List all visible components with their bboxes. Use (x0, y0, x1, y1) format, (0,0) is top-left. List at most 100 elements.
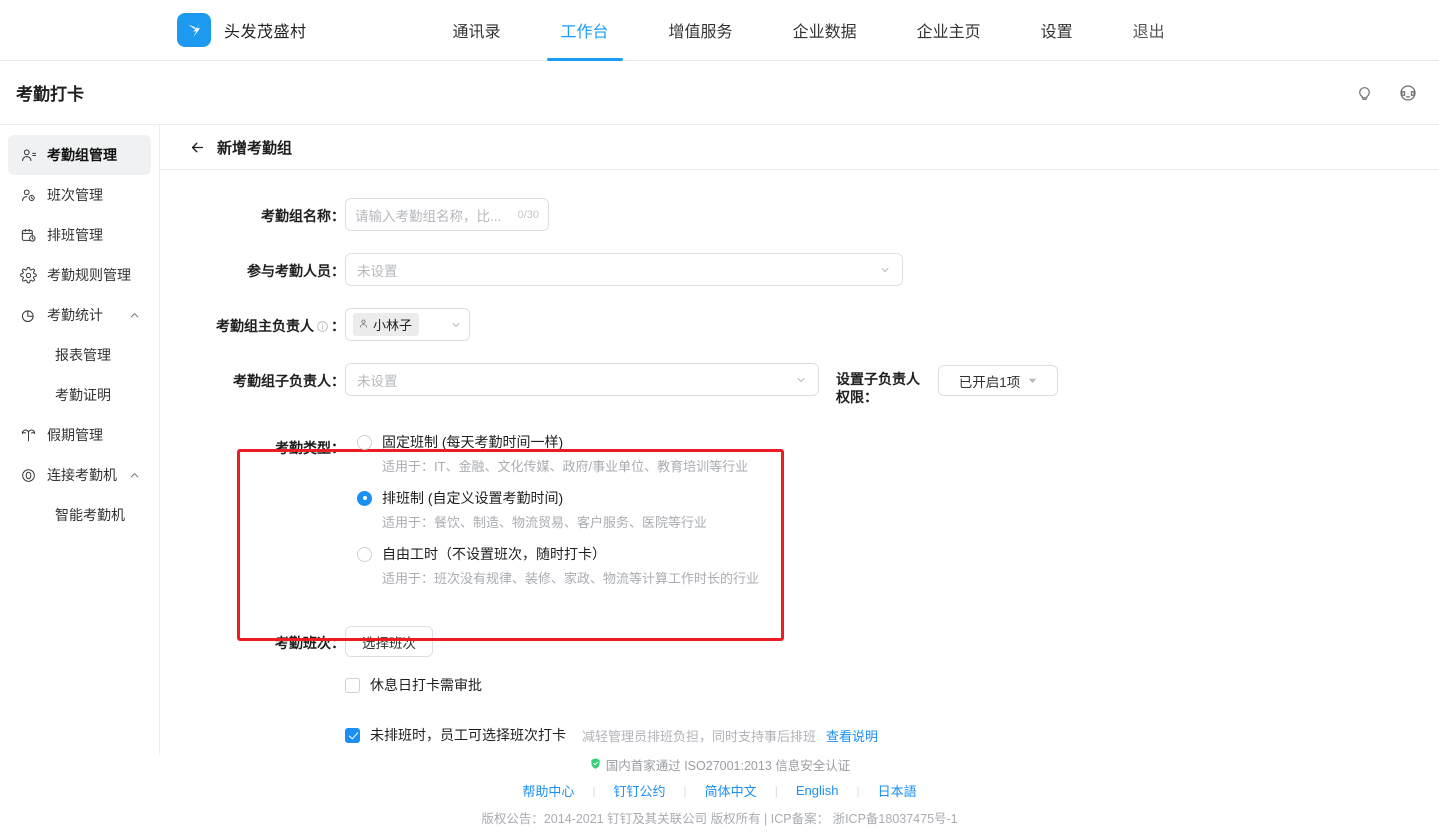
rest-day-approval-checkbox-line[interactable]: 休息日打卡需审批 (345, 675, 482, 695)
radio-description: 适用于：班次没有规律、装修、家政、物流等计算工作时长的行业 (382, 568, 759, 587)
person-icon (358, 317, 369, 332)
participants-select[interactable]: 未设置 (345, 253, 903, 286)
attendance-type-option-flexible[interactable]: 自由工时（不设置班次，随时打卡） 适用于：班次没有规律、装修、家政、物流等计算工… (357, 544, 759, 587)
sidebar-item-label: 考勤证明 (55, 385, 111, 405)
sub-owner-permission-group: 设置子负责人权限： 已开启1项 (836, 363, 1058, 406)
sidebar-item-label: 智能考勤机 (55, 505, 125, 525)
sidebar-item-label: 考勤组管理 (47, 145, 141, 165)
breadcrumb: 新增考勤组 (160, 125, 1439, 170)
chevron-up-icon[interactable] (127, 310, 141, 321)
nav-item-enterprise-data[interactable]: 企业数据 (763, 0, 887, 60)
nav-item-logout[interactable]: 退出 (1103, 0, 1195, 60)
sidebar-item-attendance-certificate[interactable]: 考勤证明 (8, 375, 151, 415)
footer-link-japanese[interactable]: 日本語 (860, 781, 935, 800)
nav-item-label: 工作台 (561, 18, 609, 42)
sidebar-item-label: 连接考勤机 (47, 465, 127, 485)
dingtalk-logo-icon (177, 13, 211, 47)
sidebar-item-shift-management[interactable]: 班次管理 (8, 175, 151, 215)
sidebar-item-attendance-group[interactable]: 考勤组管理 (8, 135, 151, 175)
attendance-type-label: 考勤类型： (160, 432, 345, 458)
attendance-type-radio-group: 固定班制 (每天考勤时间一样) 适用于：IT、金融、文化传媒、政府/事业单位、教… (345, 432, 759, 587)
caret-down-icon (1028, 373, 1037, 388)
unscheduled-choice-checkbox[interactable] (345, 728, 360, 743)
unscheduled-choice-hint: 减轻管理员排班负担，同时支持事后排班 (582, 726, 816, 745)
group-name-placeholder: 请输入考勤组名称，比... (355, 205, 501, 225)
sub-owner-select[interactable]: 未设置 (345, 363, 819, 396)
shield-check-icon (589, 757, 602, 773)
sidebar-item-attendance-statistics[interactable]: 考勤统计 (8, 295, 151, 335)
lightbulb-icon[interactable] (1351, 80, 1377, 106)
iso-text: 国内首家通过 ISO27001:2013 信息安全认证 (606, 755, 851, 774)
footer-links: 帮助中心 | 钉钉公约 | 简体中文 | English | 日本語 (0, 781, 1439, 800)
attendance-type-option-shift[interactable]: 排班制 (自定义设置考勤时间) 适用于：餐饮、制造、物流贸易、客户服务、医院等行… (357, 488, 759, 531)
form-row-group-name: 考勤组名称： 请输入考勤组名称，比... 0/30 (160, 198, 1439, 231)
sub-owner-permission-label: 设置子负责人权限： (836, 365, 928, 406)
app-root: 头发茂盛村 通讯录 工作台 增值服务 企业数据 企业主页 设置 退出 考勤打卡 (0, 0, 1439, 835)
view-instructions-link[interactable]: 查看说明 (826, 726, 878, 745)
headset-support-icon[interactable] (1395, 80, 1421, 106)
form-row-unscheduled-choice: 未排班时，员工可选择班次打卡 减轻管理员排班负担，同时支持事后排班 查看说明 (160, 725, 1439, 745)
main-owner-label-text: 考勤组主负责人 (216, 316, 314, 336)
attendance-type-option-fixed[interactable]: 固定班制 (每天考勤时间一样) 适用于：IT、金融、文化传媒、政府/事业单位、教… (357, 432, 759, 475)
arrow-left-icon[interactable] (188, 138, 206, 156)
radio-line[interactable]: 排班制 (自定义设置考勤时间) (357, 488, 759, 508)
group-name-counter: 0/30 (515, 209, 539, 221)
sub-owner-value: 未设置 (357, 370, 398, 390)
shift-label: 考勤班次： (160, 626, 345, 653)
footer-link-english[interactable]: English (778, 783, 857, 798)
group-name-input[interactable]: 请输入考勤组名称，比... 0/30 (345, 198, 549, 231)
nav-item-settings[interactable]: 设置 (1011, 0, 1103, 60)
nav-item-enterprise-homepage[interactable]: 企业主页 (887, 0, 1011, 60)
nav-item-label: 企业主页 (917, 18, 981, 42)
sidebar-item-attendance-rules[interactable]: 考勤规则管理 (8, 255, 151, 295)
pie-chart-icon (18, 307, 38, 324)
radio-button[interactable] (357, 435, 372, 450)
sidebar-item-label: 排班管理 (47, 225, 141, 245)
radio-button[interactable] (357, 491, 372, 506)
form-row-shift: 考勤班次： 选择班次 (160, 626, 1439, 657)
form-row-main-owner: 考勤组主负责人 ： 小林子 (160, 308, 1439, 341)
sidebar-item-report-management[interactable]: 报表管理 (8, 335, 151, 375)
sidebar-item-connect-device[interactable]: 连接考勤机 (8, 455, 151, 495)
module-header: 考勤打卡 (0, 61, 1439, 125)
form-row-sub-owner: 考勤组子负责人： 未设置 设置子负责人权限： 已开启1项 (160, 363, 1439, 406)
radio-line[interactable]: 自由工时（不设置班次，随时打卡） (357, 544, 759, 564)
radio-title: 排班制 (自定义设置考勤时间) (382, 488, 563, 508)
breadcrumb-title: 新增考勤组 (217, 137, 292, 158)
main-owner-select[interactable]: 小林子 (345, 308, 470, 341)
radio-button[interactable] (357, 547, 372, 562)
rest-day-approval-checkbox[interactable] (345, 678, 360, 693)
chevron-down-icon (879, 264, 891, 276)
unscheduled-choice-checkbox-line[interactable]: 未排班时，员工可选择班次打卡 减轻管理员排班负担，同时支持事后排班 查看说明 (345, 725, 878, 745)
nav-item-workbench[interactable]: 工作台 (531, 0, 639, 60)
info-circle-icon[interactable] (316, 320, 329, 333)
top-navigation-bar: 头发茂盛村 通讯录 工作台 增值服务 企业数据 企业主页 设置 退出 (0, 0, 1439, 61)
chevron-up-icon[interactable] (127, 470, 141, 481)
page-footer: 国内首家通过 ISO27001:2013 信息安全认证 帮助中心 | 钉钉公约 … (0, 755, 1439, 835)
footer-copyright: 版权公告：2014-2021 钉钉及其关联公司 版权所有 | ICP备案： 浙I… (0, 808, 1439, 827)
radio-title: 固定班制 (每天考勤时间一样) (382, 432, 563, 452)
footer-link-dingtalk-convention[interactable]: 钉钉公约 (596, 781, 684, 800)
sub-owner-permission-select[interactable]: 已开启1项 (938, 365, 1058, 396)
sidebar-item-smart-device[interactable]: 智能考勤机 (8, 495, 151, 535)
select-shift-button[interactable]: 选择班次 (345, 626, 433, 657)
schedule-icon (18, 227, 38, 244)
sub-owner-permission-value: 已开启1项 (959, 371, 1021, 391)
nav-item-label: 通讯录 (453, 18, 501, 42)
sidebar-item-scheduling[interactable]: 排班管理 (8, 215, 151, 255)
sidebar-item-leave-management[interactable]: 假期管理 (8, 415, 151, 455)
radio-title: 自由工时（不设置班次，随时打卡） (382, 544, 606, 564)
participants-label: 参与考勤人员： (160, 253, 345, 281)
radio-description: 适用于：餐饮、制造、物流贸易、客户服务、医院等行业 (382, 512, 759, 531)
spacer-label (160, 675, 345, 683)
footer-link-help-center[interactable]: 帮助中心 (504, 781, 592, 800)
attendance-group-icon (18, 147, 38, 164)
nav-item-value-added-services[interactable]: 增值服务 (639, 0, 763, 60)
nav-item-contacts[interactable]: 通讯录 (423, 0, 531, 60)
participants-value: 未设置 (357, 260, 398, 280)
footer-link-simplified-chinese[interactable]: 简体中文 (687, 781, 775, 800)
sub-owner-label: 考勤组子负责人： (160, 363, 345, 391)
device-icon (18, 467, 38, 484)
header-action-icons (1351, 80, 1421, 106)
radio-line[interactable]: 固定班制 (每天考勤时间一样) (357, 432, 759, 452)
